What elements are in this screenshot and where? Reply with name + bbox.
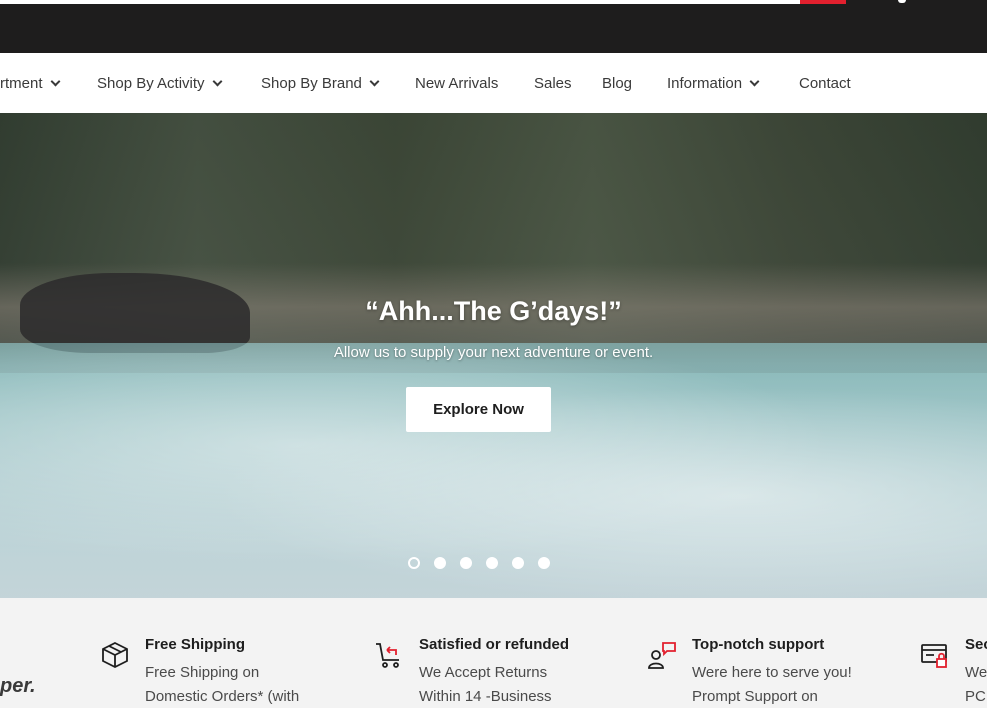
feature-text: Were here to serve you!	[692, 664, 852, 681]
feature-text: Within 14 -Business	[419, 688, 552, 705]
feature-text: We Accept Returns	[419, 664, 548, 681]
feature-text: PCI	[965, 688, 987, 705]
feature-title: Sec	[965, 636, 987, 653]
account-icon[interactable]	[898, 0, 906, 3]
nav-item-department[interactable]: rtment	[0, 53, 60, 113]
search-input[interactable]	[0, 0, 800, 4]
hero-subtitle: Allow us to supply your next adventure o…	[333, 344, 654, 361]
secure-payment-icon	[921, 644, 947, 668]
slide-dot-6[interactable]	[538, 557, 550, 569]
support-icon	[648, 642, 676, 669]
slide-dot-3[interactable]	[460, 557, 472, 569]
box-icon	[102, 641, 128, 669]
feature-title: Top-notch support	[692, 636, 825, 653]
nav-item-shop-by-brand[interactable]: Shop By Brand	[261, 53, 380, 113]
feature-title: Satisfied or refunded	[419, 636, 570, 653]
chevron-down-icon	[369, 76, 380, 86]
nav-item-label: Contact	[799, 74, 851, 92]
nav-item-blog[interactable]: Blog	[602, 53, 632, 113]
search-button[interactable]	[800, 0, 846, 4]
feature-text: Free Shipping on	[145, 664, 260, 681]
slide-pagination	[0, 557, 987, 569]
main-navigation: rtment Shop By Activity Shop By Brand Ne…	[0, 53, 987, 113]
top-header-bar	[0, 0, 987, 53]
nav-item-label: Shop By Brand	[261, 74, 362, 92]
nav-item-label: Information	[667, 74, 743, 92]
nav-item-sales[interactable]: Sales	[534, 53, 572, 113]
feature-text: We	[965, 664, 987, 681]
slide-dot-2[interactable]	[434, 557, 446, 569]
chevron-down-icon	[749, 76, 760, 86]
nav-item-label: Shop By Activity	[97, 74, 205, 92]
nav-item-label: New Arrivals	[415, 74, 499, 92]
nav-item-shop-by-activity[interactable]: Shop By Activity	[97, 53, 223, 113]
cart-return-icon	[376, 643, 399, 668]
chevron-down-icon	[50, 76, 60, 86]
nav-item-information[interactable]: Information	[667, 53, 760, 113]
slide-dot-5[interactable]	[512, 557, 524, 569]
nav-item-label: rtment	[0, 74, 43, 92]
hero-slideshow: “Ahh...The G’days!” Allow us to supply y…	[0, 113, 987, 598]
hero-title: “Ahh...The G’days!”	[365, 296, 622, 326]
nav-item-new-arrivals[interactable]: New Arrivals	[415, 53, 498, 113]
slide-dot-1[interactable]	[408, 557, 420, 569]
nav-item-contact[interactable]: Contact	[799, 53, 851, 113]
explore-now-button[interactable]: Explore Now	[406, 387, 551, 432]
feature-title: Free Shipping	[145, 636, 246, 653]
nav-item-label: Sales	[534, 74, 572, 92]
slide-dot-4[interactable]	[486, 557, 498, 569]
nav-item-label: Blog	[602, 74, 633, 92]
chevron-down-icon	[212, 76, 223, 86]
feature-text: Domestic Orders* (with	[145, 688, 300, 705]
feature-text: Prompt Support on	[692, 688, 818, 705]
tagline-text: per.	[0, 675, 36, 697]
features-strip: per. Free Shipping Free Shipping on Dome…	[0, 598, 987, 708]
